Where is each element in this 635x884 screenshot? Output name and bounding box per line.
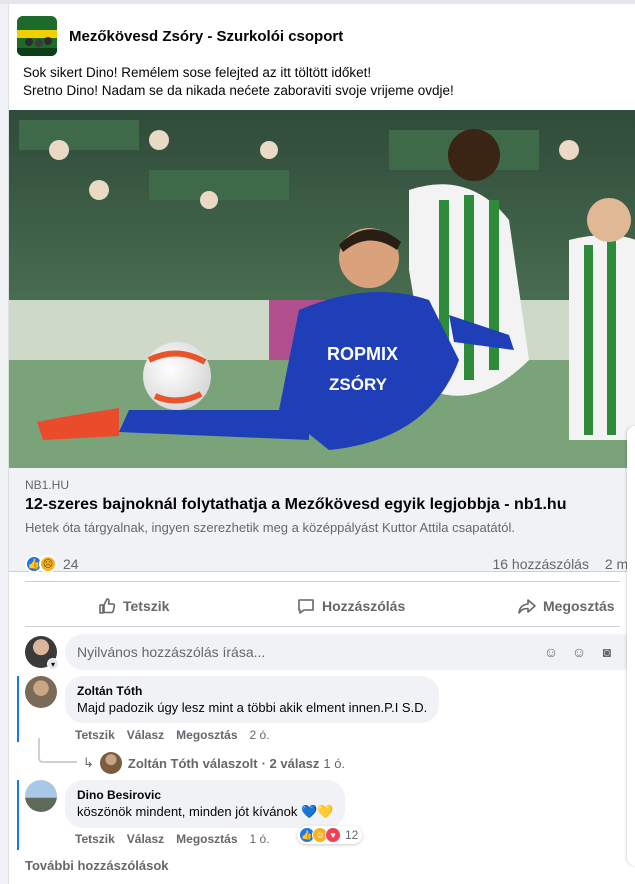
comment-reactions[interactable]: 👍 ☺ ♥ 12 bbox=[297, 826, 363, 844]
comment-count[interactable]: 16 hozzászólás bbox=[492, 556, 589, 572]
commenter-name[interactable]: Dino Besirovic bbox=[77, 788, 333, 802]
comment-like-link[interactable]: Tetszik bbox=[75, 832, 115, 846]
comment-highlight-bar bbox=[17, 780, 19, 850]
chevron-down-icon[interactable]: ▾ bbox=[47, 658, 59, 670]
comment-item: Dino Besirovic köszönök mindent, minden … bbox=[25, 780, 346, 828]
post-card: Mezőkövesd Zsóry - Szurkolói csoport Sok… bbox=[8, 4, 635, 884]
commenter-avatar[interactable] bbox=[25, 676, 57, 708]
commenter-avatar[interactable] bbox=[25, 780, 57, 812]
stats-divider bbox=[25, 581, 620, 582]
camera-icon[interactable]: ◙ bbox=[598, 643, 616, 661]
comment-share-link[interactable]: Megosztás bbox=[176, 832, 237, 846]
commenter-name[interactable]: Zoltán Tóth bbox=[77, 684, 427, 698]
comment-bubble: Dino Besirovic köszönök mindent, minden … bbox=[65, 780, 346, 828]
shirt-sponsor-2: ZSÓRY bbox=[329, 375, 388, 394]
comment-composer: ▾ Nyilvános hozzászólás írása... ☺ ☺ ◙ ◎ bbox=[25, 632, 635, 672]
sad-reaction-icon: ☹ bbox=[39, 555, 57, 573]
post-actions: Tetszik Hozzászólás Megosztás bbox=[25, 586, 635, 626]
more-comments-link[interactable]: További hozzászólások bbox=[25, 858, 169, 873]
reply-time: 1 ó. bbox=[323, 755, 346, 771]
reply-summary[interactable]: ↳ Zoltán Tóth válaszolt · 2 válasz 1 ó. bbox=[83, 752, 345, 774]
reaction-count[interactable]: 24 bbox=[63, 556, 79, 572]
share-label: Megosztás bbox=[543, 598, 615, 614]
group-avatar[interactable] bbox=[17, 16, 57, 56]
emoji-icon[interactable]: ☺ bbox=[570, 643, 588, 661]
like-button[interactable]: Tetszik bbox=[97, 596, 169, 616]
link-title[interactable]: 12-szeres bajnoknál folytathatja a Mezők… bbox=[25, 496, 566, 514]
group-name[interactable]: Mezőkövesd Zsóry - Szurkolói csoport bbox=[69, 28, 343, 45]
comment-reaction-count: 12 bbox=[345, 828, 359, 842]
reply-thread-line bbox=[38, 738, 77, 763]
comment-actions: Tetszik Válasz Megosztás 2 ó. bbox=[75, 728, 270, 742]
link-preview-image[interactable]: ROPMIX ZSÓRY bbox=[9, 110, 635, 468]
current-user-avatar[interactable]: ▾ bbox=[25, 636, 59, 670]
link-domain: NB1.HU bbox=[25, 478, 70, 492]
like-label: Tetszik bbox=[123, 598, 170, 614]
avatar-sticker-icon[interactable]: ☺ bbox=[542, 643, 560, 661]
reaction-icons[interactable]: 👍 ☹ bbox=[25, 555, 57, 573]
share-icon bbox=[518, 599, 536, 614]
comment-input[interactable]: Nyilvános hozzászólás írása... ☺ ☺ ◙ ◎ bbox=[65, 634, 635, 670]
comment-text: Majd padozik úgy lesz mint a többi akik … bbox=[77, 700, 428, 715]
thumbs-up-icon bbox=[99, 598, 116, 614]
comment-placeholder: Nyilvános hozzászólás írása... bbox=[77, 644, 266, 660]
comment-text: köszönök mindent, minden jót kívánok 💙💛 bbox=[77, 804, 334, 819]
comment-reply-link[interactable]: Válasz bbox=[127, 728, 164, 742]
reply-count: · 2 válasz bbox=[261, 755, 320, 771]
shirt-sponsor-1: ROPMIX bbox=[327, 344, 398, 364]
comment-button[interactable]: Hozzászólás bbox=[296, 596, 405, 616]
comment-like-link[interactable]: Tetszik bbox=[75, 728, 115, 742]
reaction-stats: 👍 ☹ 24 16 hozzászólás 2 me bbox=[25, 552, 635, 576]
comment-highlight-bar bbox=[17, 676, 19, 742]
share-button[interactable]: Megosztás bbox=[517, 596, 615, 616]
post-header: Mezőkövesd Zsóry - Szurkolói csoport bbox=[17, 16, 343, 56]
comment-icon bbox=[298, 599, 314, 614]
side-scroll-edge bbox=[627, 426, 635, 866]
comment-actions: Tetszik Válasz Megosztás 1 ó. bbox=[75, 832, 270, 846]
post-text: Sok sikert Dino! Remélem sose felejted a… bbox=[23, 64, 454, 100]
comment-bubble: Zoltán Tóth Majd padozik úgy lesz mint a… bbox=[65, 676, 440, 723]
actions-divider bbox=[25, 626, 620, 627]
replier-avatar bbox=[99, 752, 122, 774]
post-line-1: Sok sikert Dino! Remélem sose felejted a… bbox=[23, 65, 372, 80]
comment-item: Zoltán Tóth Majd padozik úgy lesz mint a… bbox=[25, 676, 440, 723]
reply-arrow-icon: ↳ bbox=[83, 755, 94, 770]
comment-time[interactable]: 2 ó. bbox=[250, 728, 270, 742]
comment-time[interactable]: 1 ó. bbox=[250, 832, 270, 846]
love-reaction-icon: ♥ bbox=[325, 827, 341, 843]
reply-action: válaszolt bbox=[202, 755, 258, 771]
post-line-2: Sretno Dino! Nadam se da nikada nećete z… bbox=[23, 83, 454, 98]
comment-label: Hozzászólás bbox=[322, 598, 406, 614]
comment-reply-link[interactable]: Válasz bbox=[127, 832, 164, 846]
comment-share-count: 16 hozzászólás 2 me bbox=[492, 556, 635, 572]
replier-name: Zoltán Tóth bbox=[127, 755, 199, 771]
link-description: Hetek óta tárgyalnak, ingyen szerezhetik… bbox=[25, 520, 515, 535]
comment-share-link[interactable]: Megosztás bbox=[176, 728, 237, 742]
composer-tools: ☺ ☺ ◙ ◎ bbox=[542, 643, 635, 661]
